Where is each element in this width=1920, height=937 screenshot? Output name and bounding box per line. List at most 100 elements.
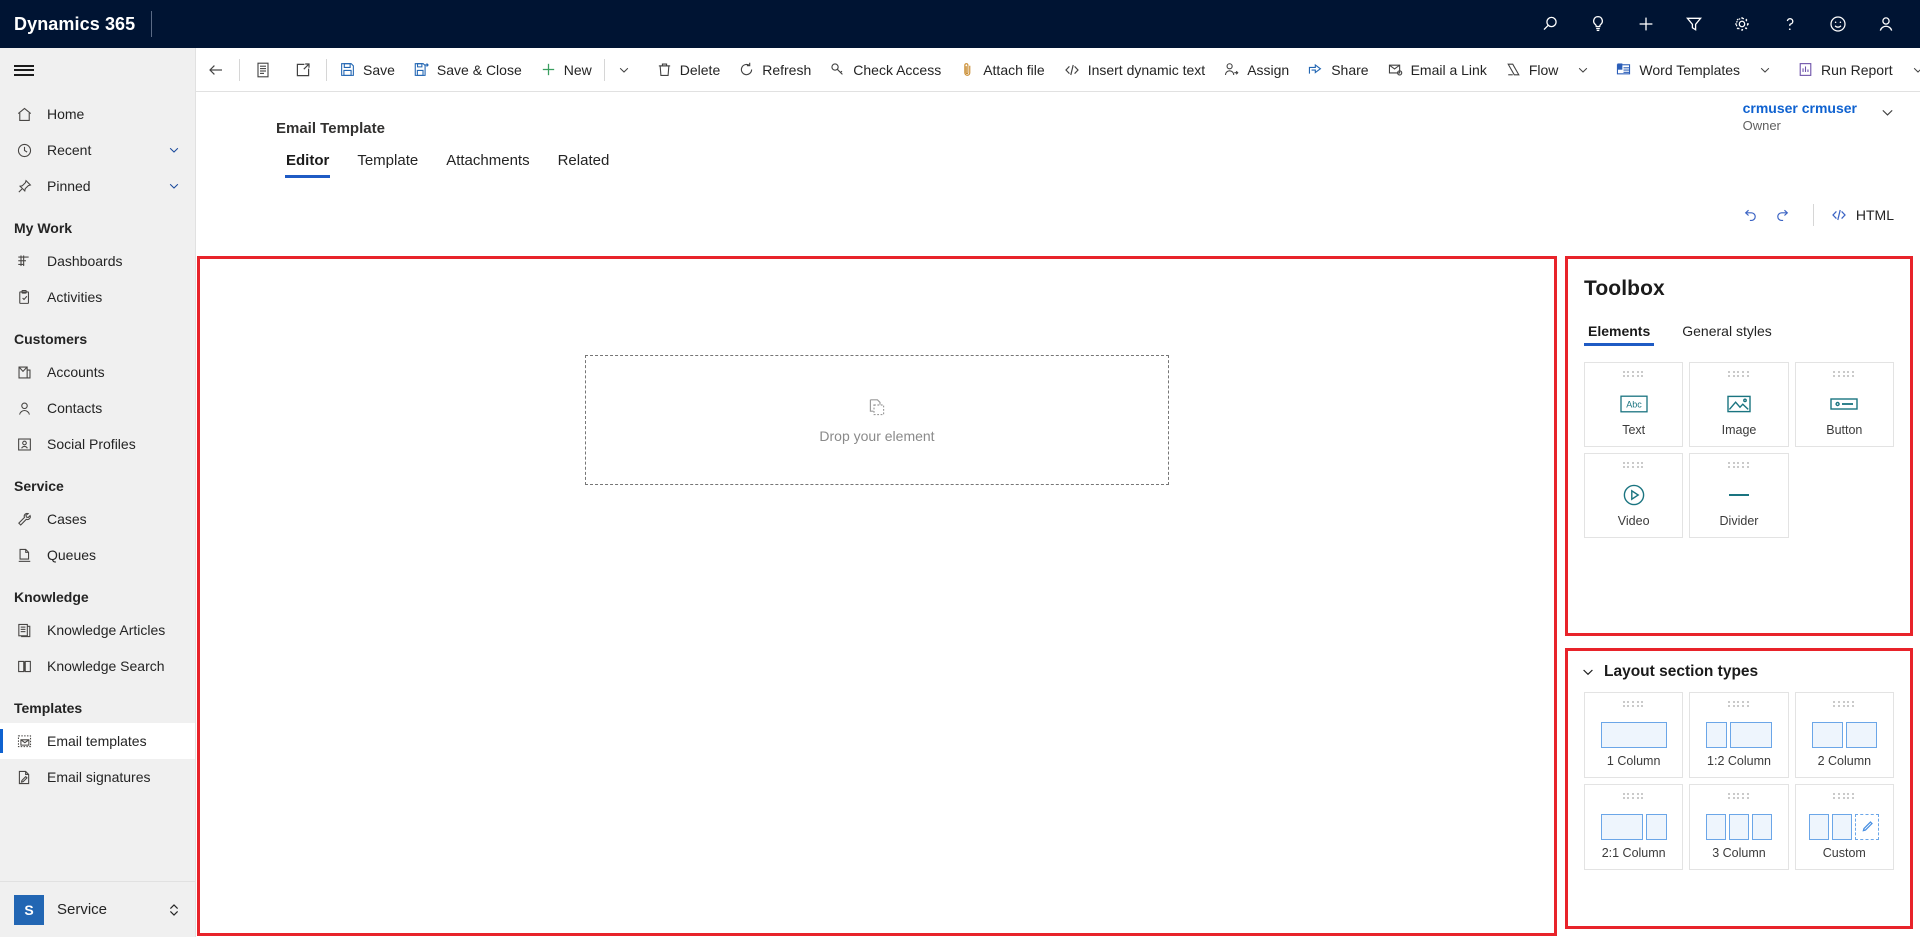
tab-elements[interactable]: Elements — [1584, 323, 1655, 346]
smiley-icon[interactable] — [1814, 0, 1862, 48]
layout-card-custom[interactable]: Custom — [1794, 784, 1894, 870]
element-card-video[interactable]: Video — [1584, 453, 1684, 538]
element-card-text[interactable]: Abc Text — [1584, 362, 1684, 447]
undo-button[interactable] — [1733, 200, 1767, 230]
hamburger-bar — [14, 64, 34, 67]
drag-handle-dots-icon[interactable] — [1833, 793, 1855, 800]
sidebar-item-activities[interactable]: Activities — [0, 279, 195, 315]
drag-handle-dots-icon[interactable] — [1833, 371, 1855, 378]
sidebar-item-contacts[interactable]: Contacts — [0, 390, 195, 426]
new-button[interactable]: New — [531, 48, 601, 91]
drag-handle-dots-icon[interactable] — [1622, 462, 1645, 469]
sidebar-item-email-templates[interactable]: Email templates — [0, 723, 195, 759]
sidebar-item-accounts[interactable]: Accounts — [0, 354, 195, 390]
sidebar-item-queues[interactable]: Queues — [0, 537, 195, 573]
flow-dropdown-button[interactable] — [1567, 48, 1606, 91]
drag-handle-dots-icon[interactable] — [1727, 371, 1750, 378]
case-icon — [14, 509, 34, 529]
run-report-button[interactable]: Run Report — [1788, 48, 1902, 91]
owner-name-link[interactable]: crmuser crmuser — [1743, 100, 1857, 116]
sidebar-item-knowledge-articles[interactable]: Knowledge Articles — [0, 612, 195, 648]
person-icon[interactable] — [1862, 0, 1910, 48]
column-block — [1845, 721, 1877, 748]
email-canvas-region[interactable]: Drop your element — [197, 256, 1557, 936]
gear-icon[interactable] — [1718, 0, 1766, 48]
app-switcher[interactable]: S Service — [0, 881, 195, 937]
app-switcher-chevron-icon[interactable] — [167, 902, 181, 918]
new-dropdown-button[interactable] — [608, 48, 647, 91]
layout-card-2-1-column[interactable]: 2:1 Column — [1584, 784, 1684, 870]
assign-button[interactable]: Assign — [1214, 48, 1298, 91]
popout-button[interactable] — [283, 48, 323, 91]
lightbulb-icon[interactable] — [1574, 0, 1622, 48]
command-label: Assign — [1247, 61, 1290, 78]
insert-dynamic-text-button[interactable]: Insert dynamic text — [1054, 48, 1215, 91]
drag-handle-dots-icon[interactable] — [1727, 462, 1750, 469]
email-a-link-button[interactable]: Email a Link — [1378, 48, 1496, 91]
save-icon — [339, 61, 356, 78]
drag-handle-dots-icon[interactable] — [1622, 701, 1645, 708]
tab-editor[interactable]: Editor — [272, 152, 343, 178]
chevron-down-icon[interactable] — [167, 179, 181, 193]
element-card-button[interactable]: Button — [1794, 362, 1894, 447]
accounts-icon — [14, 362, 34, 382]
html-view-button[interactable]: HTML — [1826, 206, 1898, 224]
back-button[interactable] — [196, 48, 236, 91]
sidebar-item-knowledge-search[interactable]: Knowledge Search — [0, 648, 195, 684]
sidebar-item-email-signatures[interactable]: Email signatures — [0, 759, 195, 795]
chevron-down-icon[interactable] — [167, 143, 181, 157]
sidebar-item-pinned[interactable]: Pinned — [0, 168, 195, 204]
attach-file-button[interactable]: Attach file — [950, 48, 1053, 91]
drag-handle-dots-icon[interactable] — [1833, 701, 1855, 708]
element-card-divider[interactable]: Divider — [1689, 453, 1789, 538]
search-icon[interactable] — [1526, 0, 1574, 48]
layout-card-3-column[interactable]: 3 Column — [1689, 784, 1789, 870]
element-card-image[interactable]: Image — [1689, 362, 1789, 447]
sitemap-hamburger-icon[interactable] — [0, 48, 195, 92]
layout-card-1-2-column[interactable]: 1:2 Column — [1689, 692, 1789, 778]
flow-button[interactable]: Flow — [1496, 48, 1568, 91]
email-canvas[interactable]: Drop your element — [200, 259, 1554, 933]
drag-handle-dots-icon[interactable] — [1727, 793, 1750, 800]
column-block — [1751, 813, 1772, 840]
tab-general-styles[interactable]: General styles — [1678, 323, 1775, 346]
owner-chevron-down-icon[interactable] — [1879, 104, 1896, 126]
word-templates-dropdown-button[interactable] — [1749, 48, 1788, 91]
save-and-close-button[interactable]: Save & Close — [404, 48, 531, 91]
layout-preview-2-1-column — [1600, 807, 1667, 846]
word-templates-button[interactable]: Word Templates — [1606, 48, 1749, 91]
sidebar-item-home[interactable]: Home — [0, 96, 195, 132]
layout-preview-custom — [1809, 807, 1880, 846]
layout-card-1-column[interactable]: 1 Column — [1584, 692, 1684, 778]
filter-icon[interactable] — [1670, 0, 1718, 48]
layout-section-header[interactable]: Layout section types — [1580, 663, 1894, 681]
tab-attachments[interactable]: Attachments — [432, 152, 543, 178]
drag-handle-dots-icon[interactable] — [1622, 371, 1645, 378]
sidebar-item-label: Cases — [47, 511, 87, 527]
plus-icon[interactable] — [1622, 0, 1670, 48]
pin-icon — [14, 176, 34, 196]
redo-button[interactable] — [1767, 200, 1801, 230]
drag-handle-dots-icon[interactable] — [1727, 701, 1750, 708]
run-report-dropdown-button[interactable] — [1902, 48, 1920, 91]
question-icon[interactable] — [1766, 0, 1814, 48]
check-access-button[interactable]: Check Access — [820, 48, 950, 91]
tab-template[interactable]: Template — [343, 152, 432, 178]
layout-card-2-column[interactable]: 2 Column — [1794, 692, 1894, 778]
sidebar-item-social-profiles[interactable]: Social Profiles — [0, 426, 195, 462]
drag-handle-dots-icon[interactable] — [1622, 793, 1645, 800]
refresh-icon — [738, 61, 755, 78]
sidebar-item-dashboards[interactable]: Dashboards — [0, 243, 195, 279]
sidebar-item-recent[interactable]: Recent — [0, 132, 195, 168]
plus-icon — [540, 61, 557, 78]
share-button[interactable]: Share — [1298, 48, 1377, 91]
refresh-button[interactable]: Refresh — [729, 48, 820, 91]
command-divider — [603, 58, 605, 81]
form-selector-button[interactable] — [243, 48, 283, 91]
save-button[interactable]: Save — [330, 48, 404, 91]
dropzone[interactable]: Drop your element — [585, 355, 1169, 485]
sidebar-item-cases[interactable]: Cases — [0, 501, 195, 537]
tab-related[interactable]: Related — [544, 152, 624, 178]
delete-button[interactable]: Delete — [647, 48, 729, 91]
chevron-down-icon[interactable] — [1580, 664, 1596, 680]
